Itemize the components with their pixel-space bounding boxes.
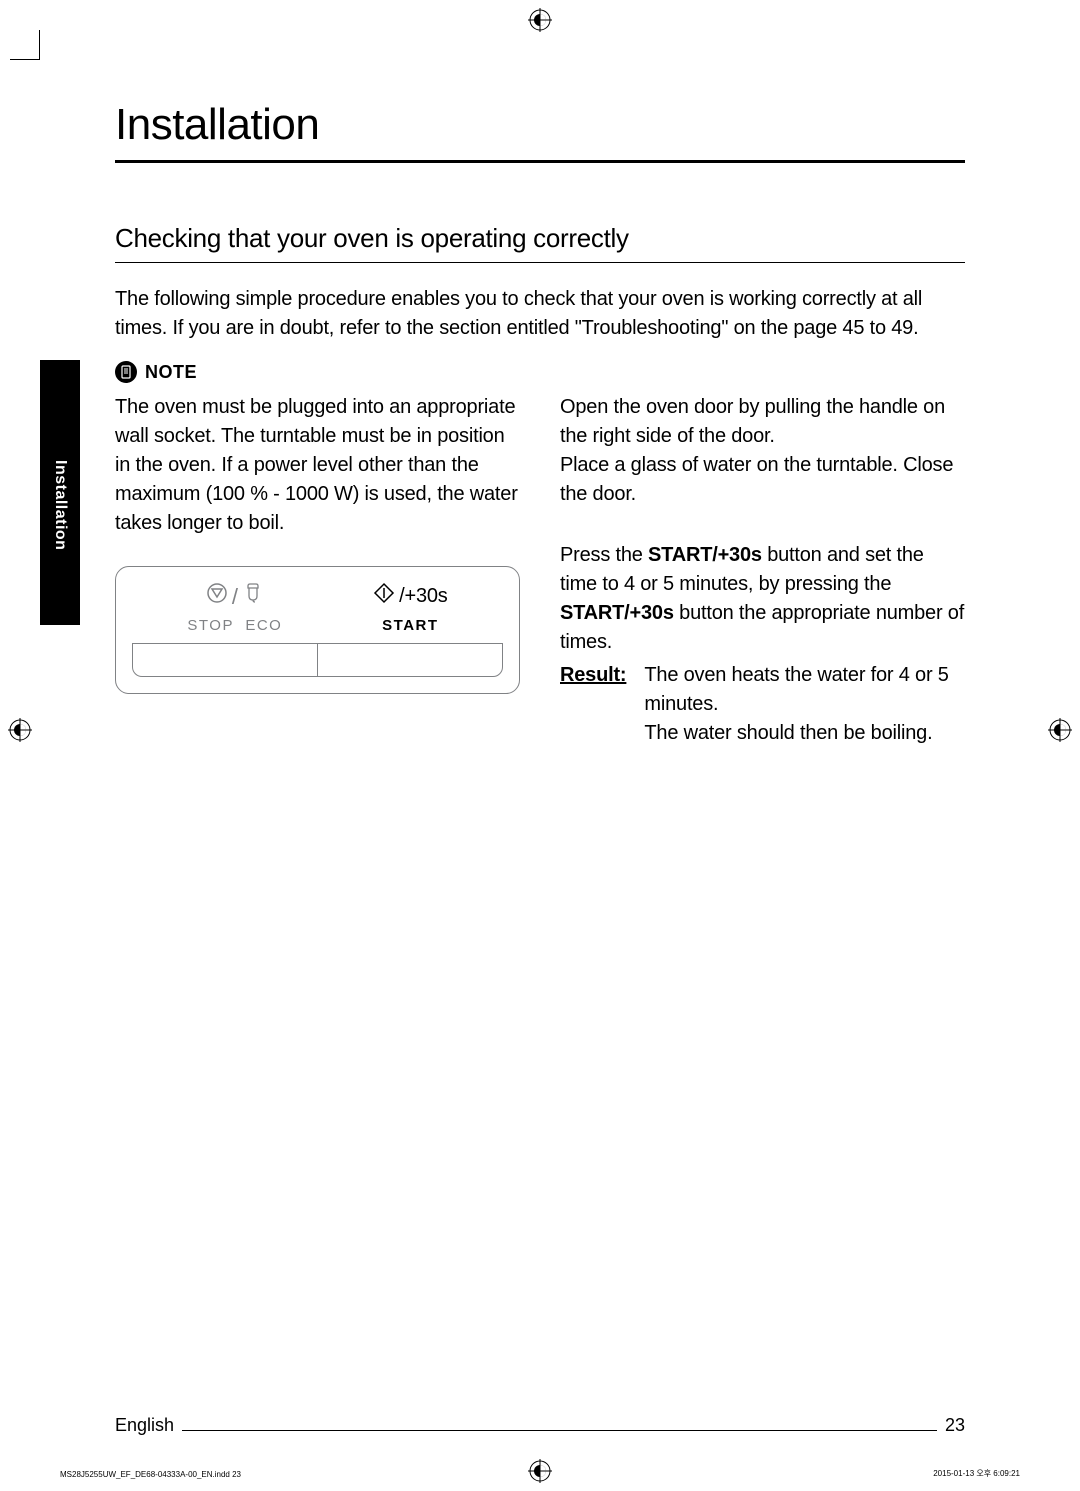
stop-icon [206,581,228,613]
intro-paragraph: The following simple procedure enables y… [115,285,965,343]
crop-mark [10,30,40,60]
imprint-right: 2015-01-13 오후 6:09:21 [933,1468,1020,1479]
note-header: NOTE [115,361,965,383]
step-1: Open the oven door by pulling the handle… [560,393,965,509]
column-left: The oven must be plugged into an appropr… [115,393,520,748]
result-row: Result: The oven heats the water for 4 o… [560,661,965,748]
page-content: Installation Checking that your oven is … [115,100,965,748]
start-suffix: /+30s [399,582,447,611]
imprint-left: MS28J5255UW_EF_DE68-04333A-00_EN.indd 23 [60,1470,241,1479]
step-2: Press the START/+30s button and set the … [560,541,965,748]
registration-mark-icon [528,8,552,32]
column-right: Open the oven door by pulling the handle… [560,393,965,748]
content-columns: The oven must be plugged into an appropr… [115,393,965,748]
control-panel-illustration: / STOP ECO /+30s [115,566,520,694]
start-label: START [373,615,447,637]
result-label: Result: [560,661,626,748]
panel-buttons-outline [132,643,503,677]
registration-mark-icon [8,718,32,742]
footer-page-number: 23 [945,1415,965,1436]
page-footer: English 23 [115,1415,965,1436]
footer-rule [182,1421,937,1431]
result-text: The oven heats the water for 4 or 5 minu… [644,661,965,748]
footer-language: English [115,1415,174,1436]
page-title: Installation [115,100,965,163]
eco-label: ECO [245,617,282,634]
side-tab-label: Installation [51,460,69,550]
note-icon [115,361,137,383]
registration-mark-icon [1048,718,1072,742]
stop-eco-group: / STOP ECO [187,581,282,637]
note-text: The oven must be plugged into an appropr… [115,393,520,538]
side-tab: Installation [40,360,80,625]
start-group: /+30s START [373,581,447,637]
start-icon [373,581,395,613]
note-label: NOTE [145,362,197,383]
stop-label: STOP [187,617,234,634]
registration-mark-icon [528,1459,552,1483]
section-subtitle: Checking that your oven is operating cor… [115,223,965,263]
eco-icon [242,581,264,613]
